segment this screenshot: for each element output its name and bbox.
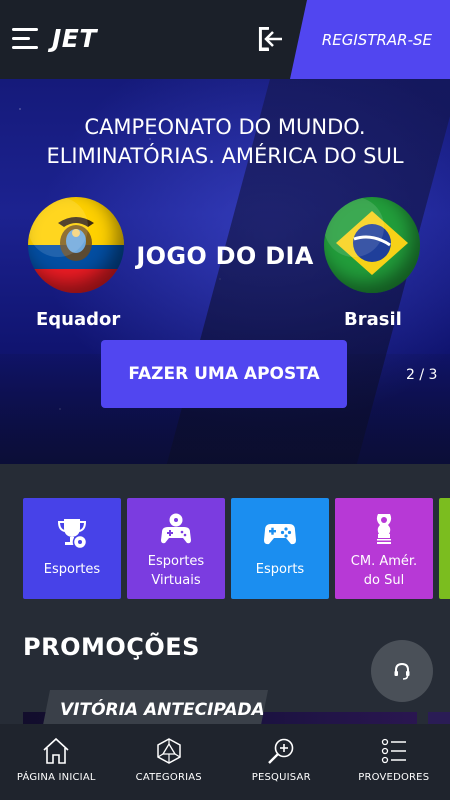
gamepad-ball-icon: [161, 513, 191, 544]
category-label: Esportes Virtuais: [147, 554, 205, 588]
nav-label: PESQUISAR: [251, 772, 311, 783]
category-tile-cm-amer-do-sul[interactable]: CM. Amér. do Sul: [335, 498, 433, 599]
world-cup-icon: [376, 514, 392, 544]
app-page: JET REGISTRAR-SE CAMPEONATO DO MUNDO. EL…: [0, 0, 450, 800]
nav-label: CATEGORIAS: [135, 772, 202, 783]
nav-item-home[interactable]: PÁGINA INICIAL: [0, 724, 113, 800]
category-label: CM. Amér. do Sul: [350, 554, 418, 588]
category-label: Esportes: [43, 562, 101, 577]
category-tile-esportes[interactable]: Esportes: [23, 498, 121, 599]
top-header: JET REGISTRAR-SE: [0, 0, 450, 79]
bottom-navigation: PÁGINA INICIAL CATEGORIAS PESQUISAR PROV…: [0, 724, 450, 800]
brand-logo[interactable]: JET: [52, 24, 97, 53]
categories-icon: [157, 738, 181, 764]
team-home-name: Equador: [36, 309, 121, 330]
support-chat-button[interactable]: [371, 640, 433, 702]
banner-title: CAMPEONATO DO MUNDO. ELIMINATÓRIAS. AMÉR…: [0, 113, 450, 171]
nav-label: PROVEDORES: [358, 772, 430, 783]
category-tiles: Esportes Esportes Virtuais Esports CM. A…: [0, 498, 450, 599]
place-bet-button[interactable]: FAZER UMA APOSTA: [101, 340, 347, 408]
trophy-ball-icon: [57, 519, 88, 550]
login-icon[interactable]: [256, 24, 286, 54]
nav-item-categories[interactable]: CATEGORIAS: [113, 724, 226, 800]
game-of-day-heading: JOGO DO DIA: [136, 242, 314, 270]
banner-pager: 2 / 3: [406, 367, 438, 383]
providers-icon: [381, 738, 406, 764]
menu-icon[interactable]: [12, 28, 40, 50]
nav-item-search[interactable]: PESQUISAR: [225, 724, 338, 800]
category-tile-esports[interactable]: Esports: [231, 498, 329, 599]
category-label: Esports: [255, 562, 305, 577]
featured-match-banner[interactable]: CAMPEONATO DO MUNDO. ELIMINATÓRIAS. AMÉR…: [0, 79, 450, 464]
search-icon: [268, 738, 294, 764]
team-away-name: Brasil: [344, 309, 402, 330]
headset-icon: [394, 662, 410, 680]
controller-icon: [264, 524, 296, 545]
banner-title-line1: CAMPEONATO DO MUNDO.: [84, 115, 366, 139]
category-tile-partial[interactable]: [439, 498, 450, 599]
promotions-heading: PROMOÇÕES: [23, 633, 200, 661]
banner-title-line2: ELIMINATÓRIAS. AMÉRICA DO SUL: [46, 144, 404, 168]
nav-label: PÁGINA INICIAL: [16, 772, 96, 783]
home-icon: [43, 737, 69, 764]
register-button[interactable]: REGISTRAR-SE: [290, 0, 450, 79]
category-tile-esportes-virtuais[interactable]: Esportes Virtuais: [127, 498, 225, 599]
nav-item-providers[interactable]: PROVEDORES: [338, 724, 450, 800]
